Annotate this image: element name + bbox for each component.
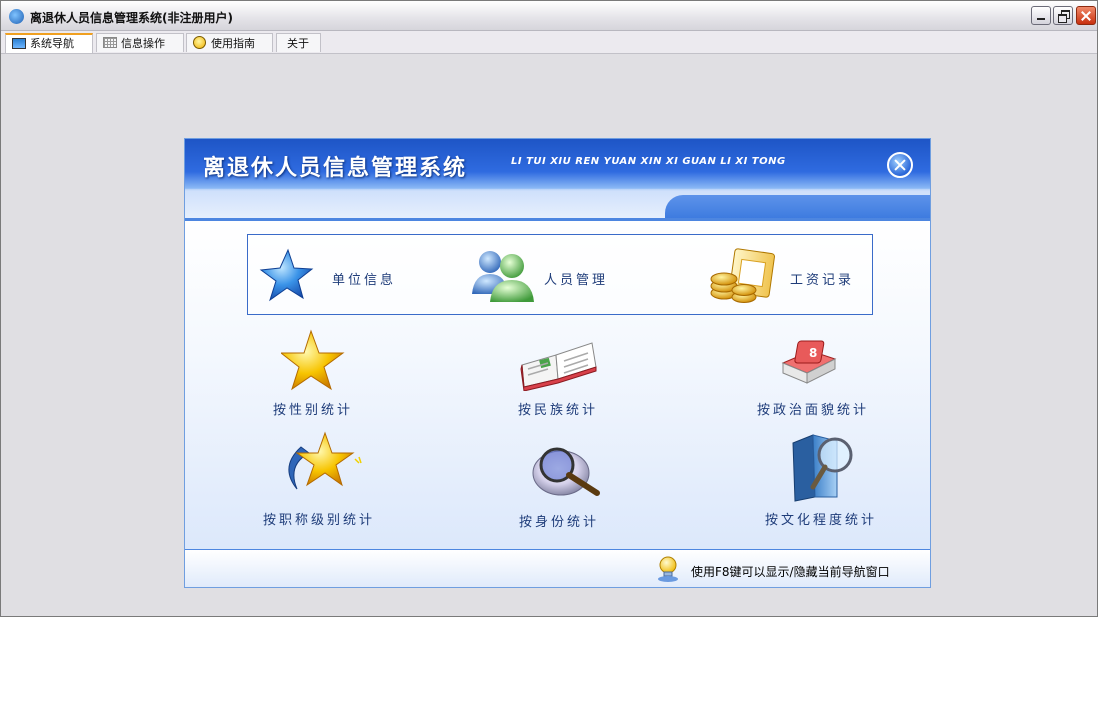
red-book-icon: 8 xyxy=(781,340,837,384)
tab-system-nav[interactable]: 系统导航 xyxy=(5,33,93,53)
tab-label: 系统导航 xyxy=(30,37,74,50)
tab-about[interactable]: 关于 xyxy=(276,33,321,52)
app-logo-icon xyxy=(9,9,24,24)
gold-star-icon xyxy=(281,329,345,391)
tab-info-operation[interactable]: 信息操作 xyxy=(96,33,184,52)
panel-close-button[interactable] xyxy=(887,152,913,178)
users-icon xyxy=(472,251,534,302)
tab-label: 关于 xyxy=(287,37,309,50)
title-bar[interactable]: 离退休人员信息管理系统(非注册用户) xyxy=(1,1,1097,31)
stat-by-education-label: 按文化程度统计 xyxy=(765,513,878,528)
stat-by-gender-label: 按性别统计 xyxy=(273,403,354,418)
grid-icon xyxy=(103,37,117,48)
stat-by-ethnicity-button[interactable]: 按民族统计 xyxy=(510,329,620,418)
window-title: 离退休人员信息管理系统(非注册用户) xyxy=(30,11,233,25)
coins-icon xyxy=(710,248,775,303)
stat-by-identity-label: 按身份统计 xyxy=(519,515,600,530)
stat-by-title-level-button[interactable]: 按职称级别统计 xyxy=(263,431,393,528)
lightbulb-icon xyxy=(658,556,678,582)
magnifier-disc-icon xyxy=(532,447,600,496)
salary-records-label: 工资记录 xyxy=(790,273,855,288)
personnel-management-label: 人员管理 xyxy=(544,273,609,288)
folder-search-icon xyxy=(792,434,853,502)
tab-label: 使用指南 xyxy=(211,37,255,50)
stat-by-education-button[interactable]: 按文化程度统计 xyxy=(765,431,895,528)
blue-star-icon xyxy=(259,248,314,302)
minimize-button[interactable] xyxy=(1031,6,1051,25)
close-window-button[interactable] xyxy=(1076,6,1096,25)
panel-title: 离退休人员信息管理系统 xyxy=(203,156,468,181)
tab-bar: 系统导航 信息操作 使用指南 关于 xyxy=(1,31,1097,54)
unit-info-button[interactable]: 单位信息 xyxy=(258,245,428,305)
personnel-management-button[interactable]: 人员管理 xyxy=(470,245,640,305)
svg-text:8: 8 xyxy=(809,346,817,360)
stat-by-identity-button[interactable]: 按身份统计 xyxy=(515,431,625,530)
stat-by-political-status-button[interactable]: 8 按政治面貌统计 xyxy=(755,329,895,418)
panel-subtitle: LI TUI XIU REN YUAN XIN XI GUAN LI XI TO… xyxy=(511,156,786,167)
help-icon xyxy=(193,36,206,49)
open-book-icon xyxy=(520,342,597,391)
panel-footer: 使用F8键可以显示/隐藏当前导航窗口 xyxy=(185,549,930,587)
shooting-star-icon xyxy=(288,431,362,490)
panel-header: 离退休人员信息管理系统 LI TUI XIU REN YUAN XIN XI G… xyxy=(185,139,930,221)
stat-by-ethnicity-label: 按民族统计 xyxy=(518,403,599,418)
footer-tip-text: 使用F8键可以显示/隐藏当前导航窗口 xyxy=(691,565,890,579)
panel-body: 单位信息 人员管理 工资记录 按性别统计 按民族统计 8 按政治面貌统计 按职称… xyxy=(185,221,930,549)
salary-records-button[interactable]: 工资记录 xyxy=(708,245,868,305)
restore-button[interactable] xyxy=(1053,6,1073,25)
navigation-panel: 离退休人员信息管理系统 LI TUI XIU REN YUAN XIN XI G… xyxy=(184,138,931,588)
tab-user-guide[interactable]: 使用指南 xyxy=(186,33,273,52)
stat-by-political-status-label: 按政治面貌统计 xyxy=(757,403,870,418)
stat-by-title-level-label: 按职称级别统计 xyxy=(263,513,376,528)
primary-functions-box: 单位信息 人员管理 工资记录 xyxy=(247,234,873,315)
unit-info-label: 单位信息 xyxy=(332,273,397,288)
monitor-icon xyxy=(12,38,26,49)
tab-label: 信息操作 xyxy=(121,37,165,50)
stat-by-gender-button[interactable]: 按性别统计 xyxy=(265,329,375,418)
